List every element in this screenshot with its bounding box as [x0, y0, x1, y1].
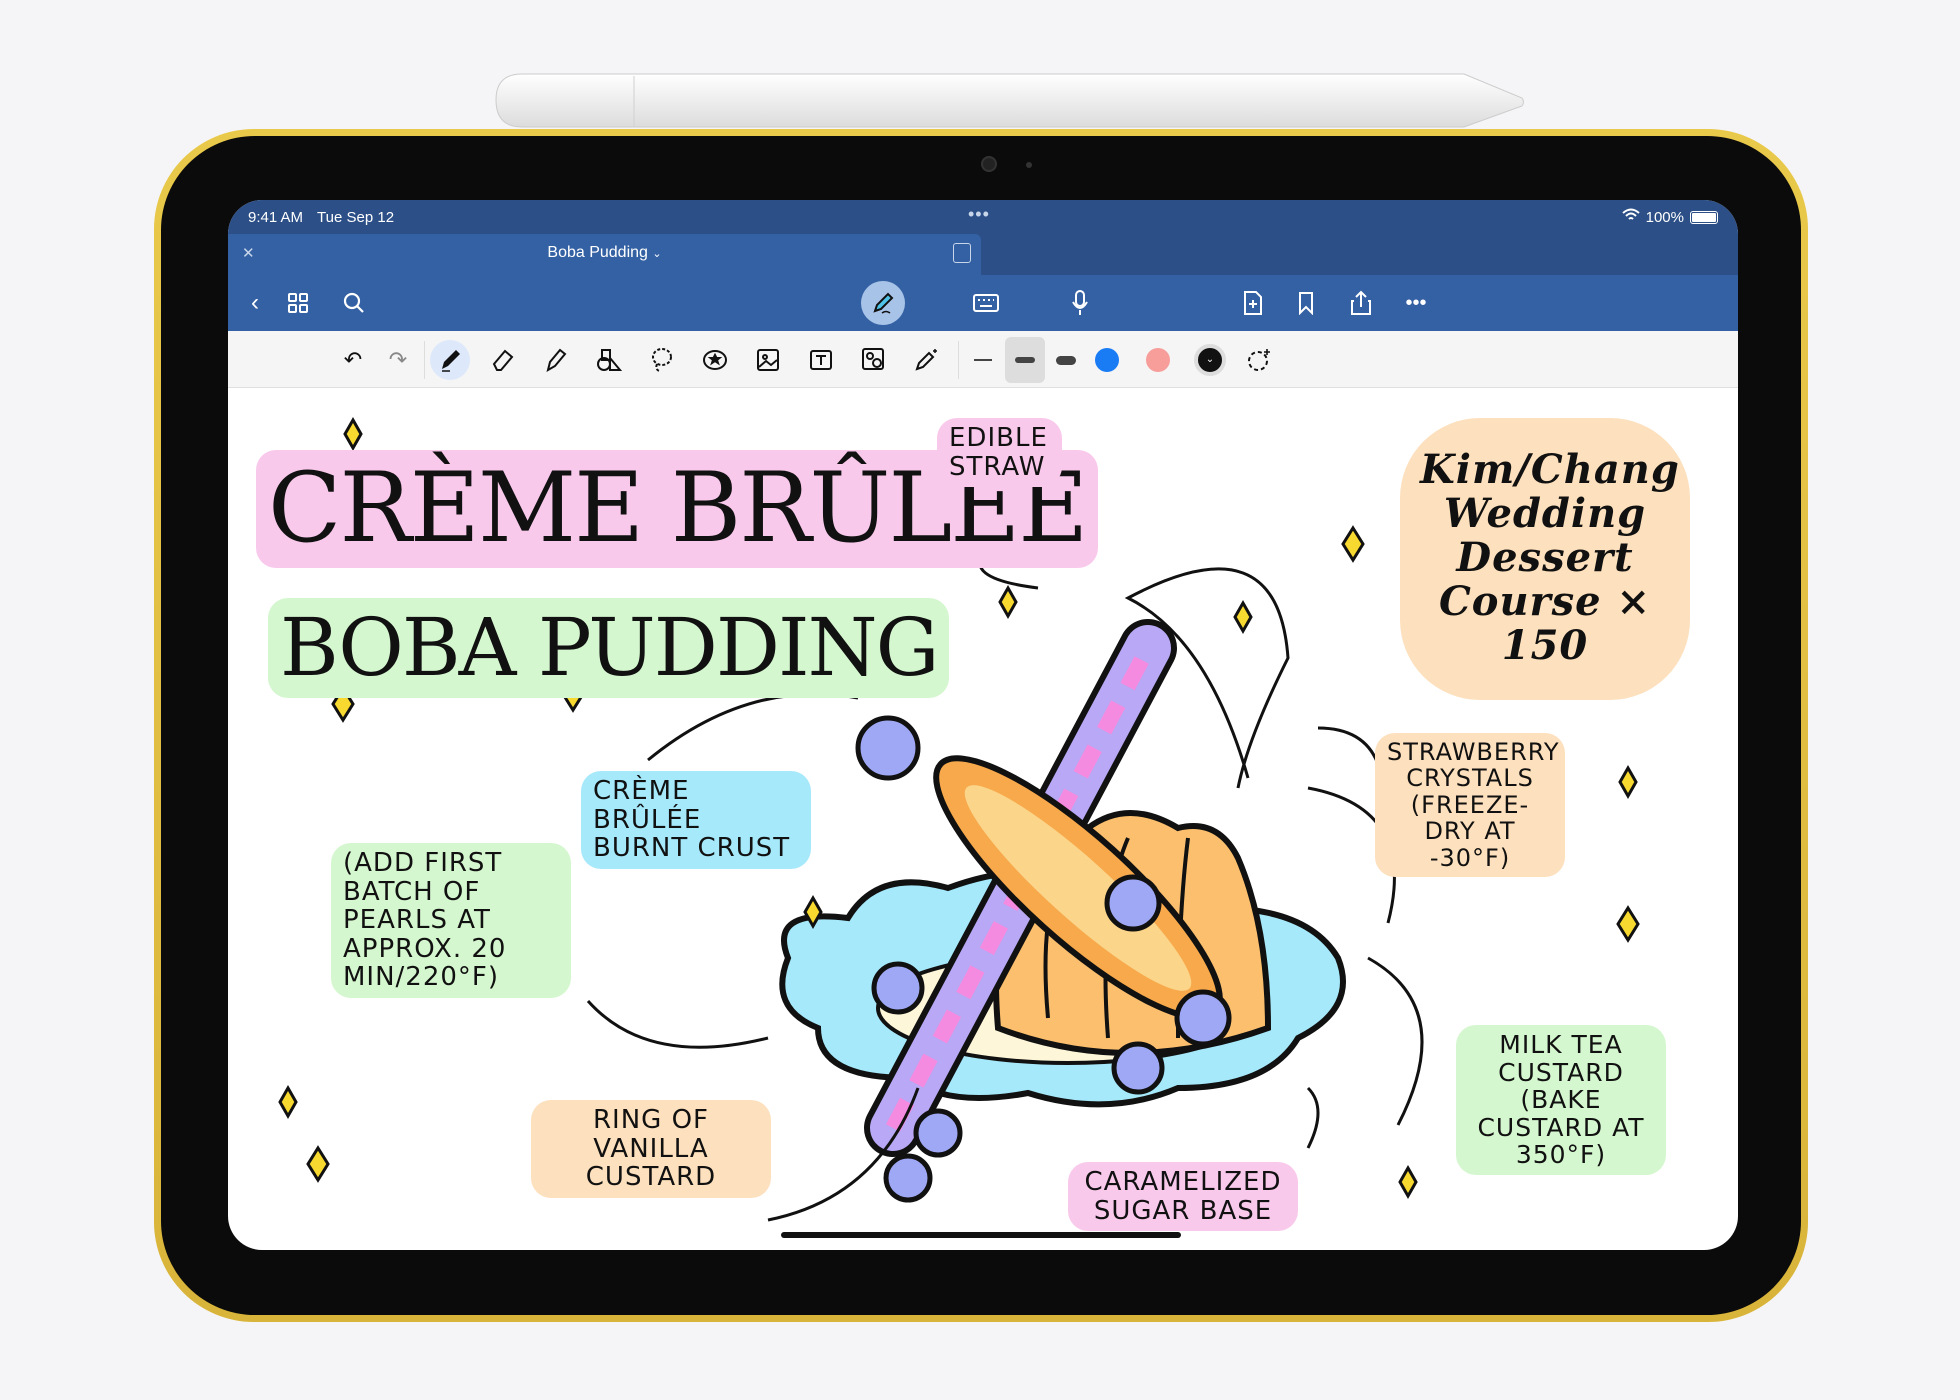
undo-icon[interactable]: ↶ — [333, 340, 373, 380]
home-indicator[interactable] — [781, 1232, 1181, 1238]
share-icon[interactable] — [1343, 285, 1379, 321]
document-tab-bar: ✕ Boba Pudding ⌄ — [228, 234, 1738, 275]
divider — [958, 341, 959, 379]
drawing-toolbar: ↶ ↷ ⌄ — [228, 331, 1738, 388]
grid-icon[interactable] — [280, 285, 316, 321]
drawing-canvas[interactable]: Crème Brûlée Boba Pudding Edible straw K… — [228, 388, 1738, 1250]
shapes-icon[interactable] — [589, 340, 629, 380]
document-title-text: Boba Pudding — [547, 244, 648, 261]
document-title[interactable]: Boba Pudding ⌄ — [228, 244, 981, 262]
navigation-bar: ‹ ••• — [228, 275, 1738, 331]
chevron-down-icon: ⌄ — [652, 248, 662, 260]
front-camera — [981, 156, 997, 172]
subtitle-boba-pudding: Boba Pudding — [268, 598, 950, 698]
screen: 9:41 AM Tue Sep 12 ••• 100% ✕ Boba Puddi… — [228, 200, 1738, 1250]
note-vanilla-ring: Ring of vanilla custard — [531, 1100, 771, 1198]
color-pink-swatch[interactable] — [1146, 348, 1170, 372]
pen-tool-icon[interactable] — [430, 340, 470, 380]
lasso-icon[interactable] — [642, 340, 682, 380]
highlighter-icon[interactable] — [536, 340, 576, 380]
stroke-medium[interactable] — [1005, 337, 1045, 383]
battery-icon — [1690, 210, 1718, 224]
new-page-icon[interactable] — [1235, 285, 1271, 321]
status-bar: 9:41 AM Tue Sep 12 ••• 100% — [228, 200, 1738, 234]
note-caramelized-base: Caramelized sugar base — [1068, 1162, 1298, 1232]
multitasking-dots-icon[interactable]: ••• — [968, 204, 990, 225]
add-color-icon[interactable] — [1239, 340, 1279, 380]
sensor — [1026, 162, 1032, 168]
redo-icon[interactable]: ↷ — [378, 340, 418, 380]
note-strawberry-crystals: Strawberry crystals (freeze-dry at -30°F… — [1375, 733, 1565, 877]
sticker-icon[interactable] — [695, 340, 735, 380]
battery-percent: 100% — [1645, 208, 1684, 226]
stroke-thin[interactable] — [963, 340, 1003, 380]
wifi-icon — [1621, 208, 1640, 226]
back-icon[interactable]: ‹ — [240, 285, 270, 321]
microphone-icon[interactable] — [1062, 285, 1098, 321]
color-black-swatch[interactable]: ⌄ — [1194, 344, 1226, 376]
note-burnt-crust: Crème brûlée burnt crust — [581, 771, 811, 869]
note-edible-straw: Edible straw — [937, 418, 1062, 488]
text-box-icon[interactable] — [801, 340, 841, 380]
stroke-thick[interactable] — [1046, 340, 1086, 380]
note-milk-tea-custard: Milk tea custard (bake custard at 350°F) — [1456, 1025, 1666, 1175]
divider — [424, 341, 425, 379]
note-pearls: (Add first batch of pearls at approx. 20… — [331, 843, 571, 998]
note-event: Kim/Chang Wedding Dessert Course × 150 — [1400, 418, 1690, 700]
keyboard-icon[interactable] — [968, 285, 1004, 321]
color-blue-swatch[interactable] — [1095, 348, 1119, 372]
image-search-icon[interactable] — [854, 340, 894, 380]
eraser-icon[interactable] — [483, 340, 523, 380]
draw-mode-icon[interactable] — [861, 281, 905, 325]
document-tab[interactable]: ✕ Boba Pudding ⌄ — [228, 234, 981, 275]
more-icon[interactable]: ••• — [1398, 285, 1434, 321]
magic-pencil-icon[interactable] — [907, 340, 947, 380]
image-icon[interactable] — [748, 340, 788, 380]
apple-pencil — [495, 73, 1524, 128]
bookmark-icon[interactable] — [1288, 285, 1324, 321]
status-time: 9:41 AM — [248, 208, 304, 226]
split-view-icon[interactable] — [953, 243, 971, 263]
status-date: Tue Sep 12 — [317, 208, 395, 226]
search-icon[interactable] — [336, 285, 372, 321]
